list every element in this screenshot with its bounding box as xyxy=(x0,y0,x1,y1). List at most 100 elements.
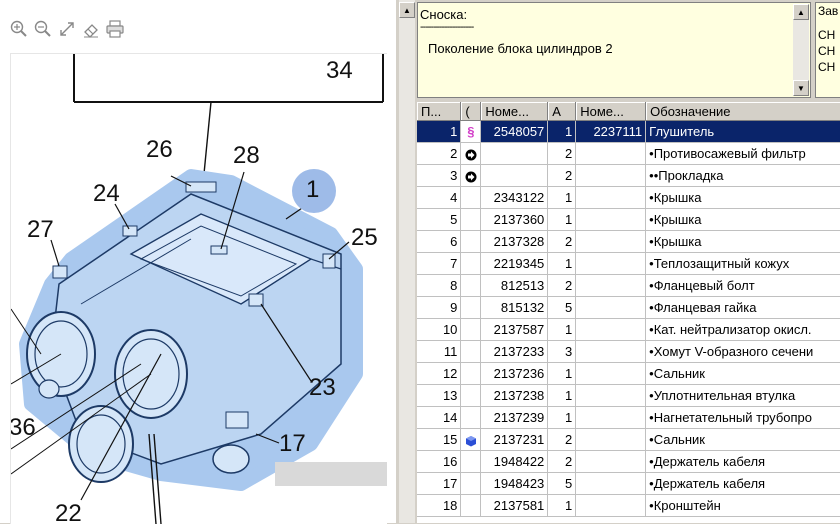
row-replacement-number xyxy=(575,318,647,341)
column-header-quantity[interactable]: А xyxy=(547,102,577,121)
factory-header: Зав xyxy=(818,4,839,18)
table-row[interactable]: 12 2137236 1 •Сальник xyxy=(417,362,840,385)
row-replacement-number xyxy=(575,208,647,231)
row-part-number: 2137236 xyxy=(480,362,549,385)
table-row[interactable]: 6 2137328 2 •Крышка xyxy=(417,230,840,253)
row-part-number: 2137360 xyxy=(480,208,549,231)
zoom-out-icon[interactable] xyxy=(32,18,53,40)
exploded-view-diagram[interactable]: 34 26 28 1 24 27 25 23 36 17 22 xyxy=(10,53,387,524)
row-quantity: 1 xyxy=(547,208,577,231)
callout-17[interactable]: 17 xyxy=(279,430,306,458)
row-replacement-number xyxy=(575,230,647,253)
row-replacement-number xyxy=(575,142,647,165)
row-designation: •Хомут V-образного сечени xyxy=(645,340,840,363)
row-part-number: 2137238 xyxy=(480,384,549,407)
row-quantity: 5 xyxy=(547,472,577,495)
row-replacement-number: 2237111 xyxy=(575,120,647,143)
callout-22[interactable]: 22 xyxy=(55,500,82,524)
row-quantity: 2 xyxy=(547,274,577,297)
callout-28[interactable]: 28 xyxy=(233,142,260,170)
row-mark xyxy=(460,494,482,517)
scroll-up-icon[interactable]: ▲ xyxy=(399,2,415,18)
callout-1[interactable]: 1 xyxy=(306,176,319,204)
row-position: 5 xyxy=(417,208,462,231)
scroll-up-icon[interactable]: ▲ xyxy=(793,4,809,20)
column-header-number[interactable]: Номе... xyxy=(480,102,549,121)
arrow-circle-icon xyxy=(465,149,477,161)
row-designation: •Крышка xyxy=(645,186,840,209)
table-row[interactable]: 17 1948423 5 •Держатель кабеля xyxy=(417,472,840,495)
row-position: 1 xyxy=(417,120,462,143)
column-header-mark[interactable]: ( xyxy=(460,102,482,121)
row-mark xyxy=(460,186,482,209)
callout-25[interactable]: 25 xyxy=(351,224,378,252)
row-position: 10 xyxy=(417,318,462,341)
row-part-number xyxy=(480,142,549,165)
cube-icon xyxy=(465,435,476,447)
callout-24[interactable]: 24 xyxy=(93,180,120,208)
table-row[interactable]: 15 2137231 2 •Сальник xyxy=(417,428,840,451)
table-row[interactable]: 5 2137360 1 •Крышка xyxy=(417,208,840,231)
row-replacement-number xyxy=(575,296,647,319)
row-mark xyxy=(460,274,482,297)
callout-34[interactable]: 34 xyxy=(326,57,353,85)
row-designation: •Кронштейн xyxy=(645,494,840,517)
row-quantity: 1 xyxy=(547,362,577,385)
row-replacement-number xyxy=(575,274,647,297)
factory-line: CH xyxy=(818,44,836,58)
row-designation: •Фланцевая гайка xyxy=(645,296,840,319)
row-mark xyxy=(460,318,482,341)
row-position: 17 xyxy=(417,472,462,495)
row-mark xyxy=(460,164,482,187)
column-header-position[interactable]: П... xyxy=(417,102,462,121)
row-replacement-number xyxy=(575,362,647,385)
table-row[interactable]: 13 2137238 1 •Уплотнительная втулка xyxy=(417,384,840,407)
row-position: 13 xyxy=(417,384,462,407)
table-row[interactable]: 7 2219345 1 •Теплозащитный кожух xyxy=(417,252,840,275)
footnote-scrollbar[interactable]: ▲ ▼ xyxy=(793,4,809,96)
callout-23[interactable]: 23 xyxy=(309,374,336,402)
row-mark xyxy=(460,252,482,275)
table-row[interactable]: 14 2137239 1 •Нагнетательный трубопро xyxy=(417,406,840,429)
table-row[interactable]: 16 1948422 2 •Держатель кабеля xyxy=(417,450,840,473)
row-part-number: 2548057 xyxy=(480,120,549,143)
row-part-number: 2137231 xyxy=(480,428,549,451)
row-replacement-number xyxy=(575,428,647,451)
parts-table: П... ( Номе... А Номе... Обозначение 1 § 2… xyxy=(417,102,840,523)
row-part-number: 1948422 xyxy=(480,450,549,473)
table-row[interactable]: 1 § 2548057 1 2237111 Глушитель xyxy=(417,120,840,143)
row-part-number: 2137587 xyxy=(480,318,549,341)
table-row[interactable]: 3 2 ••Прокладка xyxy=(417,164,840,187)
table-row[interactable]: 18 2137581 1 •Кронштейн xyxy=(417,494,840,517)
fit-icon[interactable] xyxy=(56,18,77,40)
table-row[interactable]: 2 2 •Противосажевый фильтр xyxy=(417,142,840,165)
eraser-icon[interactable] xyxy=(80,18,101,40)
diagram-scrollbar[interactable]: ▲ xyxy=(399,0,415,523)
table-row[interactable]: 8 812513 2 •Фланцевый болт xyxy=(417,274,840,297)
footnote-text: Поколение блока цилиндров 2 xyxy=(428,41,613,56)
column-header-designation[interactable]: Обозначение xyxy=(645,102,840,121)
row-mark xyxy=(460,296,482,319)
row-part-number: 2137328 xyxy=(480,230,549,253)
row-mark xyxy=(460,362,482,385)
scroll-down-icon[interactable]: ▼ xyxy=(793,80,809,96)
row-quantity: 1 xyxy=(547,494,577,517)
printer-icon[interactable] xyxy=(104,18,125,40)
row-replacement-number xyxy=(575,450,647,473)
callout-27[interactable]: 27 xyxy=(27,216,54,244)
row-position: 14 xyxy=(417,406,462,429)
table-row[interactable]: 4 2343122 1 •Крышка xyxy=(417,186,840,209)
row-position: 6 xyxy=(417,230,462,253)
callout-36[interactable]: 36 xyxy=(11,414,36,442)
table-row[interactable]: 10 2137587 1 •Кат. нейтрализатор окисл. xyxy=(417,318,840,341)
row-quantity: 1 xyxy=(547,186,577,209)
row-mark xyxy=(460,384,482,407)
footnote-panel: Сноска: -------------------- Поколение б… xyxy=(417,2,811,98)
zoom-in-icon[interactable] xyxy=(8,18,29,40)
table-row[interactable]: 11 2137233 3 •Хомут V-образного сечени xyxy=(417,340,840,363)
column-header-number2[interactable]: Номе... xyxy=(575,102,647,121)
row-mark: § xyxy=(460,120,482,143)
table-row[interactable]: 9 815132 5 •Фланцевая гайка xyxy=(417,296,840,319)
callout-26[interactable]: 26 xyxy=(146,136,173,164)
row-part-number: 812513 xyxy=(480,274,549,297)
